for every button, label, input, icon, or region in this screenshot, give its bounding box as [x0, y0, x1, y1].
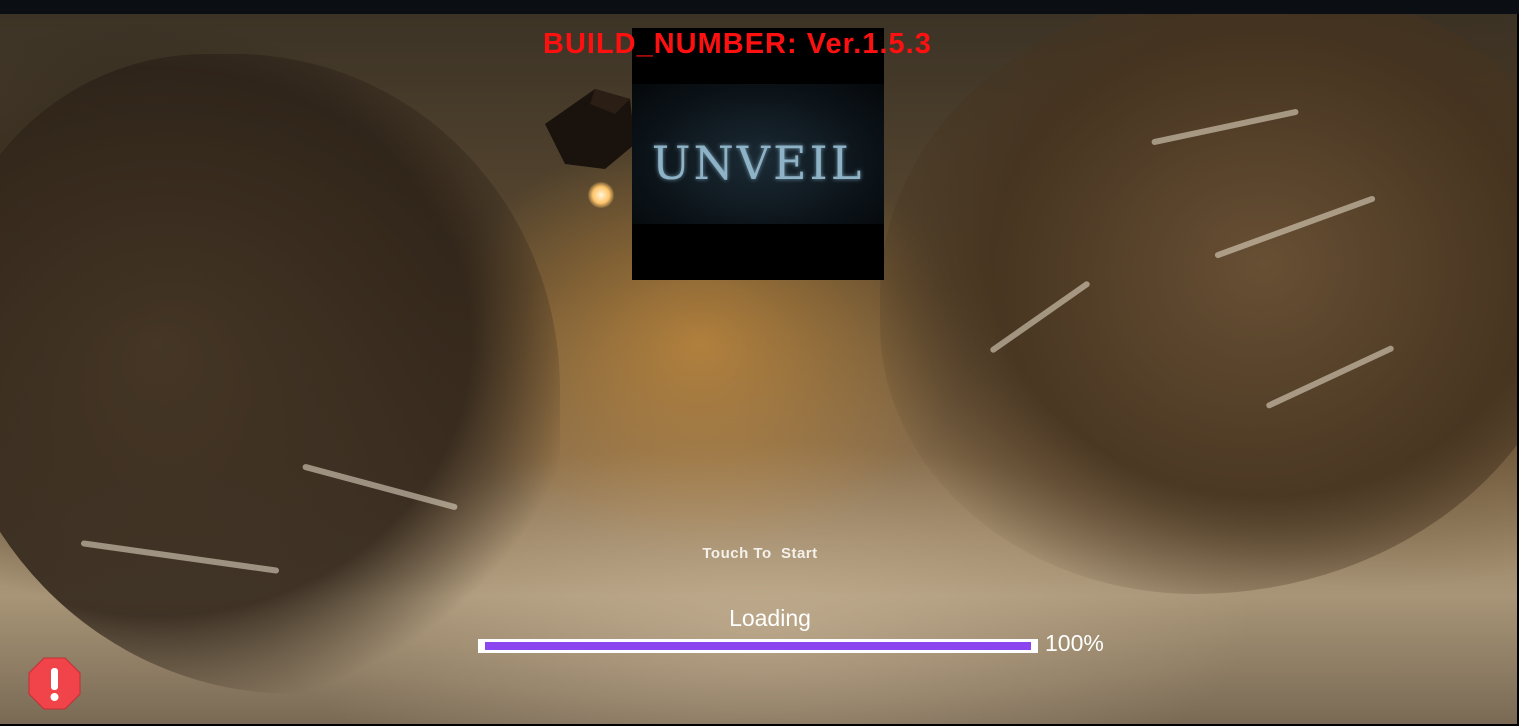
build-number-label: BUILD_NUMBER: Ver.1.5.3 [543, 28, 932, 60]
logo-title: UNVEIL [651, 136, 865, 190]
alert-octagon-icon-graphic [28, 657, 81, 710]
spaceship-illustration [545, 89, 635, 169]
loading-progress-fill [485, 642, 1031, 650]
window-top-bar [0, 0, 1519, 14]
engine-glow [588, 182, 614, 208]
right-cliff [880, 14, 1517, 594]
alert-octagon-icon[interactable] [28, 657, 81, 710]
game-logo: UNVEIL [632, 28, 884, 280]
loading-percent: 100% [1045, 630, 1104, 656]
loading-progress-bar [478, 639, 1038, 653]
loading-label: Loading [729, 605, 811, 631]
touch-to-start-button[interactable]: Touch To Start [640, 545, 880, 562]
left-cliff [0, 54, 560, 694]
